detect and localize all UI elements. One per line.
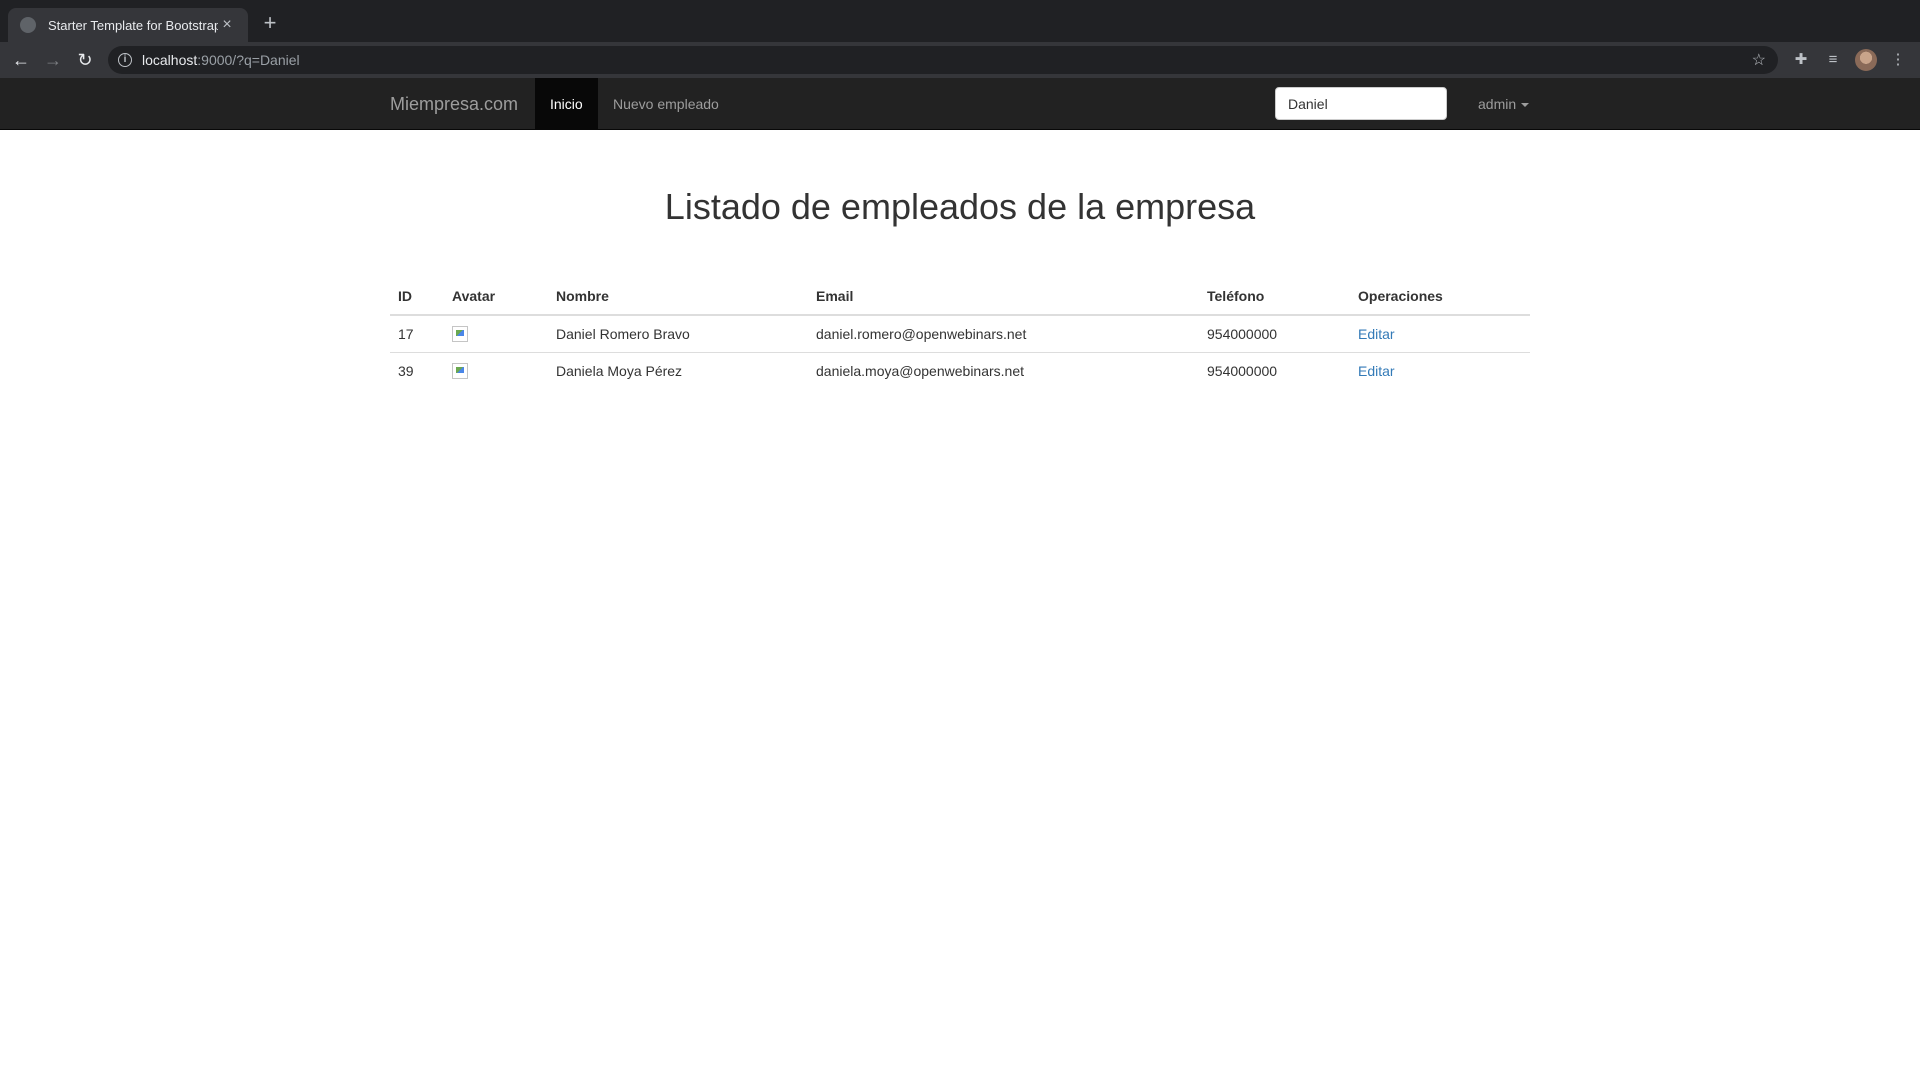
column-header-email: Email [808, 278, 1199, 316]
edit-link[interactable]: Editar [1358, 326, 1395, 342]
puzzle-icon[interactable]: ✚ [1789, 48, 1813, 72]
cell-email: daniela.moya@openwebinars.net [808, 351, 1199, 389]
new-tab-button[interactable]: + [258, 12, 282, 36]
cell-telefono: 954000000 [1207, 325, 1278, 342]
table-header-row: ID Avatar Nombre Email Teléfono Operacio… [390, 278, 1530, 316]
edit-link[interactable]: Editar [1358, 363, 1395, 379]
site-navbar: Miempresa.com Inicio Nuevo empleado admi… [0, 78, 1920, 130]
browser-toolbar: ← → ↻ i localhost:9000/?q=Daniel ☆ ✚ ≡ ⋮ [0, 42, 1920, 78]
cell-nombre: Daniel Romero Bravo [556, 325, 690, 342]
broken-image-icon [452, 363, 468, 380]
column-header-nombre: Nombre [548, 278, 808, 316]
kebab-menu-icon[interactable]: ⋮ [1886, 48, 1910, 72]
column-header-telefono: Teléfono [1199, 278, 1350, 316]
page: Miempresa.com Inicio Nuevo empleado admi… [0, 78, 1920, 1080]
globe-icon [20, 17, 36, 33]
profile-avatar[interactable] [1855, 49, 1877, 71]
cell-id: 17 [398, 325, 414, 342]
cell-telefono: 954000000 [1199, 351, 1350, 389]
nav-inicio[interactable]: Inicio [535, 78, 598, 130]
user-name: admin [1478, 96, 1517, 112]
url-text: localhost:9000/?q=Daniel [142, 52, 300, 68]
table-row: 39 Daniela Moya Pérez daniela.moya@openw… [390, 351, 1530, 389]
employees-table: ID Avatar Nombre Email Teléfono Operacio… [390, 278, 1530, 389]
address-bar[interactable]: i localhost:9000/?q=Daniel ☆ [108, 46, 1778, 74]
caret-down-icon [1521, 103, 1530, 108]
brand-link[interactable]: Miempresa.com [390, 78, 518, 130]
browser-tabstrip: Starter Template for Bootstrap × + [0, 0, 1920, 42]
broken-image-icon [452, 326, 468, 343]
column-header-operaciones: Operaciones [1350, 278, 1530, 316]
cell-avatar [444, 315, 548, 352]
arrow-left-icon[interactable]: ← [8, 47, 34, 73]
arrow-right-icon[interactable]: → [40, 47, 66, 73]
cell-nombre: Daniela Moya Pérez [548, 351, 808, 389]
cell-operaciones: Editar [1350, 351, 1530, 389]
playlist-icon[interactable]: ≡ [1821, 48, 1845, 72]
page-title: Listado de empleados de la empresa [664, 186, 1256, 227]
cell-avatar [444, 351, 548, 389]
cell-email: daniel.romero@openwebinars.net [816, 325, 1027, 342]
cell-id: 39 [390, 351, 444, 389]
search-input[interactable] [1275, 87, 1447, 120]
browser-tab[interactable]: Starter Template for Bootstrap × [8, 8, 248, 42]
cell-operaciones: Editar [1350, 315, 1530, 352]
close-tab-icon[interactable]: × [218, 16, 236, 34]
nav-nuevo-empleado[interactable]: Nuevo empleado [598, 78, 734, 130]
info-icon[interactable]: i [118, 53, 132, 67]
column-header-id: ID [390, 278, 444, 316]
star-icon[interactable]: ☆ [1752, 50, 1766, 70]
user-dropdown[interactable]: admin [1478, 78, 1530, 130]
reload-icon[interactable]: ↻ [72, 47, 98, 73]
table-row: 17 Daniel Romero Bravo daniel.romero@ope… [390, 315, 1530, 352]
tab-title: Starter Template for Bootstrap [48, 17, 218, 33]
column-header-avatar: Avatar [444, 278, 548, 316]
